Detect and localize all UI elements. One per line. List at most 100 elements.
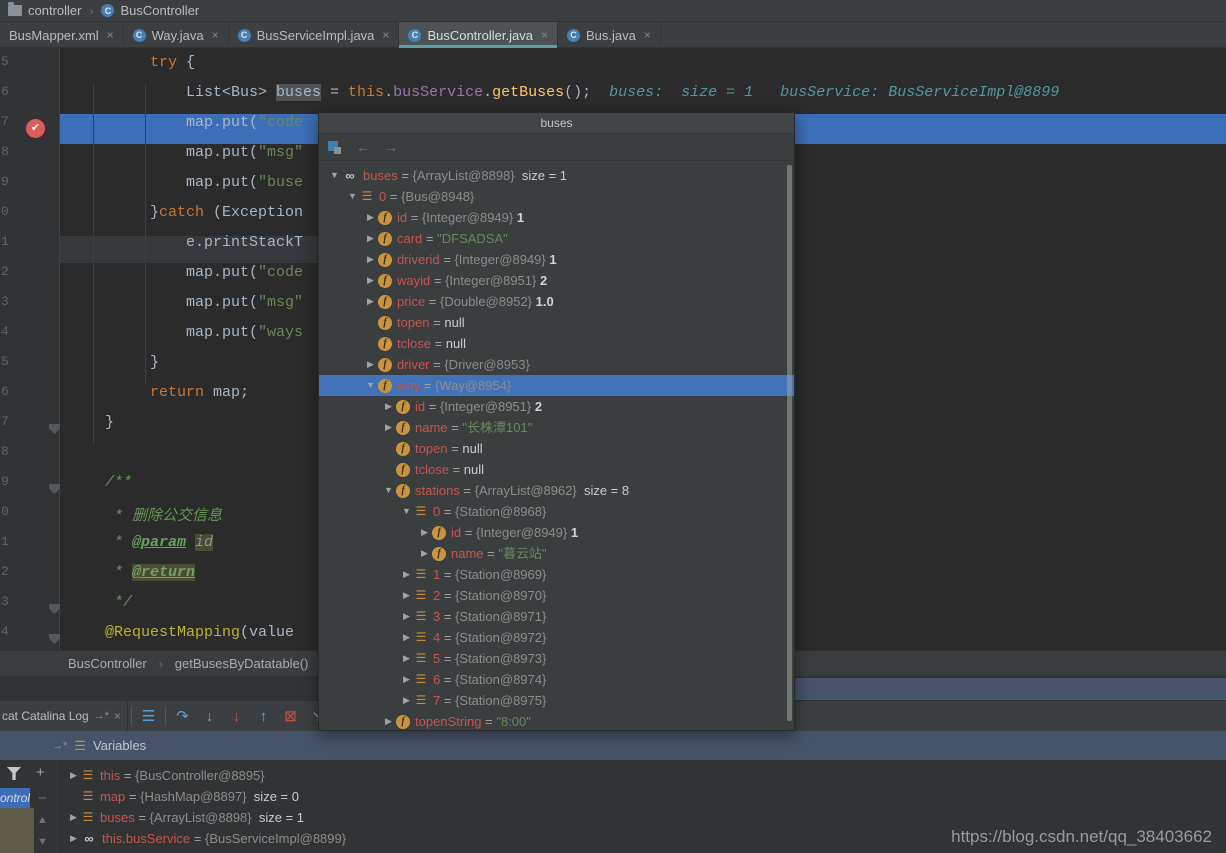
fold-marker-icon[interactable] [49, 604, 60, 614]
expand-arrow-icon[interactable]: ▶ [399, 606, 414, 627]
step-out-icon[interactable]: ↑ [250, 708, 277, 725]
tree-row[interactable]: ▶ftopenString = "8:00" [319, 711, 794, 730]
close-icon[interactable]: × [541, 28, 548, 42]
tree-row[interactable]: ▼☰0 = {Bus@8948} [319, 186, 794, 207]
tab-catalina-log[interactable]: cat Catalina Log →* × [0, 701, 128, 731]
tree-row[interactable]: ▼☰0 = {Station@8968} [319, 501, 794, 522]
close-icon[interactable]: × [212, 28, 219, 42]
breadcrumb-class-bottom[interactable]: BusController [68, 656, 147, 671]
tree-row[interactable]: ▶fid = {Integer@8951} 2 [319, 396, 794, 417]
tree-row[interactable]: ▶☰buses = {ArrayList@8898} size = 1 [58, 807, 1226, 828]
breakpoint-icon[interactable]: ✔ [26, 119, 45, 138]
tree-row[interactable]: ▶☰3 = {Station@8971} [319, 606, 794, 627]
tab-BusController.java[interactable]: CBusController.java× [399, 22, 558, 48]
editor-gutter[interactable]: 56789012345678901234✔ [0, 48, 60, 650]
breadcrumb-method-bottom[interactable]: getBusesByDatatable() [175, 656, 309, 671]
expand-arrow-icon[interactable]: ▶ [417, 522, 432, 543]
expand-arrow-icon[interactable]: ▶ [399, 669, 414, 690]
text-segment: id [451, 522, 461, 543]
tree-row[interactable]: ▶fcard = "DFSADSA" [319, 228, 794, 249]
expand-arrow-icon[interactable]: ▼ [327, 165, 342, 186]
remove-watch-button[interactable]: − [38, 790, 47, 807]
breadcrumb-class[interactable]: BusController [120, 3, 199, 18]
tree-row[interactable]: ▶☰6 = {Station@8974} [319, 669, 794, 690]
tab-BusServiceImpl.java[interactable]: CBusServiceImpl.java× [229, 22, 400, 48]
popup-scrollbar[interactable] [787, 165, 792, 721]
tree-row[interactable]: ▶fid = {Integer@8949} 1 [319, 522, 794, 543]
expand-arrow-icon[interactable]: ▶ [399, 648, 414, 669]
forward-icon[interactable]: → [384, 139, 398, 155]
debugger-inspect-popup[interactable]: buses ← → ▼∞buses = {ArrayList@8898} siz… [318, 112, 795, 731]
expand-arrow-icon[interactable]: ▶ [399, 627, 414, 648]
add-watch-button[interactable]: + [36, 764, 45, 781]
tree-row[interactable]: ftopen = null [319, 438, 794, 459]
tree-row[interactable]: ▶fprice = {Double@8952} 1.0 [319, 291, 794, 312]
tree-row[interactable]: ▶☰1 = {Station@8969} [319, 564, 794, 585]
expand-arrow-icon[interactable]: ▶ [363, 291, 378, 312]
back-icon[interactable]: ← [356, 139, 370, 155]
pin-icon[interactable]: →* [52, 740, 67, 752]
tree-row[interactable]: ☰map = {HashMap@8897} size = 0 [58, 786, 1226, 807]
expand-arrow-icon[interactable]: ▶ [363, 228, 378, 249]
tree-row[interactable]: ▼fway = {Way@8954} [319, 375, 794, 396]
tree-row[interactable]: ftopen = null [319, 312, 794, 333]
expand-arrow-icon[interactable]: ▼ [345, 186, 360, 207]
tab-Bus.java[interactable]: CBus.java× [558, 22, 661, 48]
code-line[interactable]: try { [60, 54, 1226, 84]
close-icon[interactable]: × [644, 28, 651, 42]
expand-arrow-icon[interactable]: ▶ [417, 543, 432, 564]
expand-arrow-icon[interactable]: ▶ [66, 765, 81, 786]
code-line[interactable]: List<Bus> buses = this.busService.getBus… [60, 84, 1226, 114]
tree-row[interactable]: ftclose = null [319, 459, 794, 480]
scroll-to-end-icon[interactable]: →* [94, 710, 109, 722]
move-up-button[interactable]: ▲ [37, 814, 48, 826]
step-over-icon[interactable]: ↷ [169, 707, 196, 725]
expand-arrow-icon[interactable]: ▶ [66, 828, 81, 849]
filter-icon[interactable] [7, 767, 21, 780]
fold-marker-icon[interactable] [49, 484, 60, 494]
expand-arrow-icon[interactable]: ▶ [399, 564, 414, 585]
expand-arrow-icon[interactable]: ▶ [381, 417, 396, 438]
tree-row[interactable]: ▶fname = "暮云站" [319, 543, 794, 564]
tree-row[interactable]: ▼∞buses = {ArrayList@8898} size = 1 [319, 165, 794, 186]
expand-arrow-icon[interactable]: ▼ [363, 375, 378, 396]
expand-arrow-icon[interactable]: ▶ [381, 396, 396, 417]
force-step-into-icon[interactable]: ↓ [223, 708, 250, 725]
tree-row[interactable]: ▶fname = "长株潭101" [319, 417, 794, 438]
expand-arrow-icon[interactable]: ▼ [399, 501, 414, 522]
expand-arrow-icon[interactable]: ▶ [363, 249, 378, 270]
console-settings-icon[interactable]: ☰ [135, 707, 162, 725]
tree-row[interactable]: ▶fid = {Integer@8949} 1 [319, 207, 794, 228]
expand-arrow-icon[interactable]: ▼ [381, 480, 396, 501]
drop-frame-icon[interactable]: ⊠ [277, 707, 304, 725]
tree-row[interactable]: ▶fdriverid = {Integer@8949} 1 [319, 249, 794, 270]
close-icon[interactable]: × [382, 28, 389, 42]
expand-arrow-icon[interactable]: ▶ [399, 585, 414, 606]
tree-row[interactable]: ▶☰2 = {Station@8970} [319, 585, 794, 606]
tab-BusMapper.xml[interactable]: BusMapper.xml× [0, 22, 124, 48]
expand-arrow-icon[interactable]: ▶ [399, 690, 414, 711]
fold-marker-icon[interactable] [49, 424, 60, 434]
fold-marker-icon[interactable] [49, 634, 60, 644]
tree-row[interactable]: ▶fdriver = {Driver@8953} [319, 354, 794, 375]
expand-arrow-icon[interactable]: ▶ [363, 270, 378, 291]
step-into-icon[interactable]: ↓ [196, 708, 223, 725]
tree-row[interactable]: ▶☰4 = {Station@8972} [319, 627, 794, 648]
tab-Way.java[interactable]: CWay.java× [124, 22, 229, 48]
expand-arrow-icon[interactable]: ▶ [66, 807, 81, 828]
show-referring-objects-icon[interactable] [328, 141, 342, 154]
tree-row[interactable]: ▶☰7 = {Station@8975} [319, 690, 794, 711]
expand-arrow-icon[interactable]: ▶ [363, 354, 378, 375]
close-icon[interactable]: × [107, 28, 114, 42]
expand-arrow-icon[interactable]: ▶ [363, 207, 378, 228]
close-icon[interactable]: × [114, 709, 121, 723]
frames-list-fragment[interactable]: ontrol [0, 788, 30, 808]
tree-row[interactable]: ▶☰this = {BusController@8895} [58, 765, 1226, 786]
tree-row[interactable]: ▼fstations = {ArrayList@8962} size = 8 [319, 480, 794, 501]
tree-row[interactable]: ▶fwayid = {Integer@8951} 2 [319, 270, 794, 291]
tree-row[interactable]: ▶☰5 = {Station@8973} [319, 648, 794, 669]
move-down-button[interactable]: ▼ [37, 836, 48, 848]
expand-arrow-icon[interactable]: ▶ [381, 711, 396, 730]
tree-row[interactable]: ftclose = null [319, 333, 794, 354]
breadcrumb-package[interactable]: controller [28, 3, 81, 18]
